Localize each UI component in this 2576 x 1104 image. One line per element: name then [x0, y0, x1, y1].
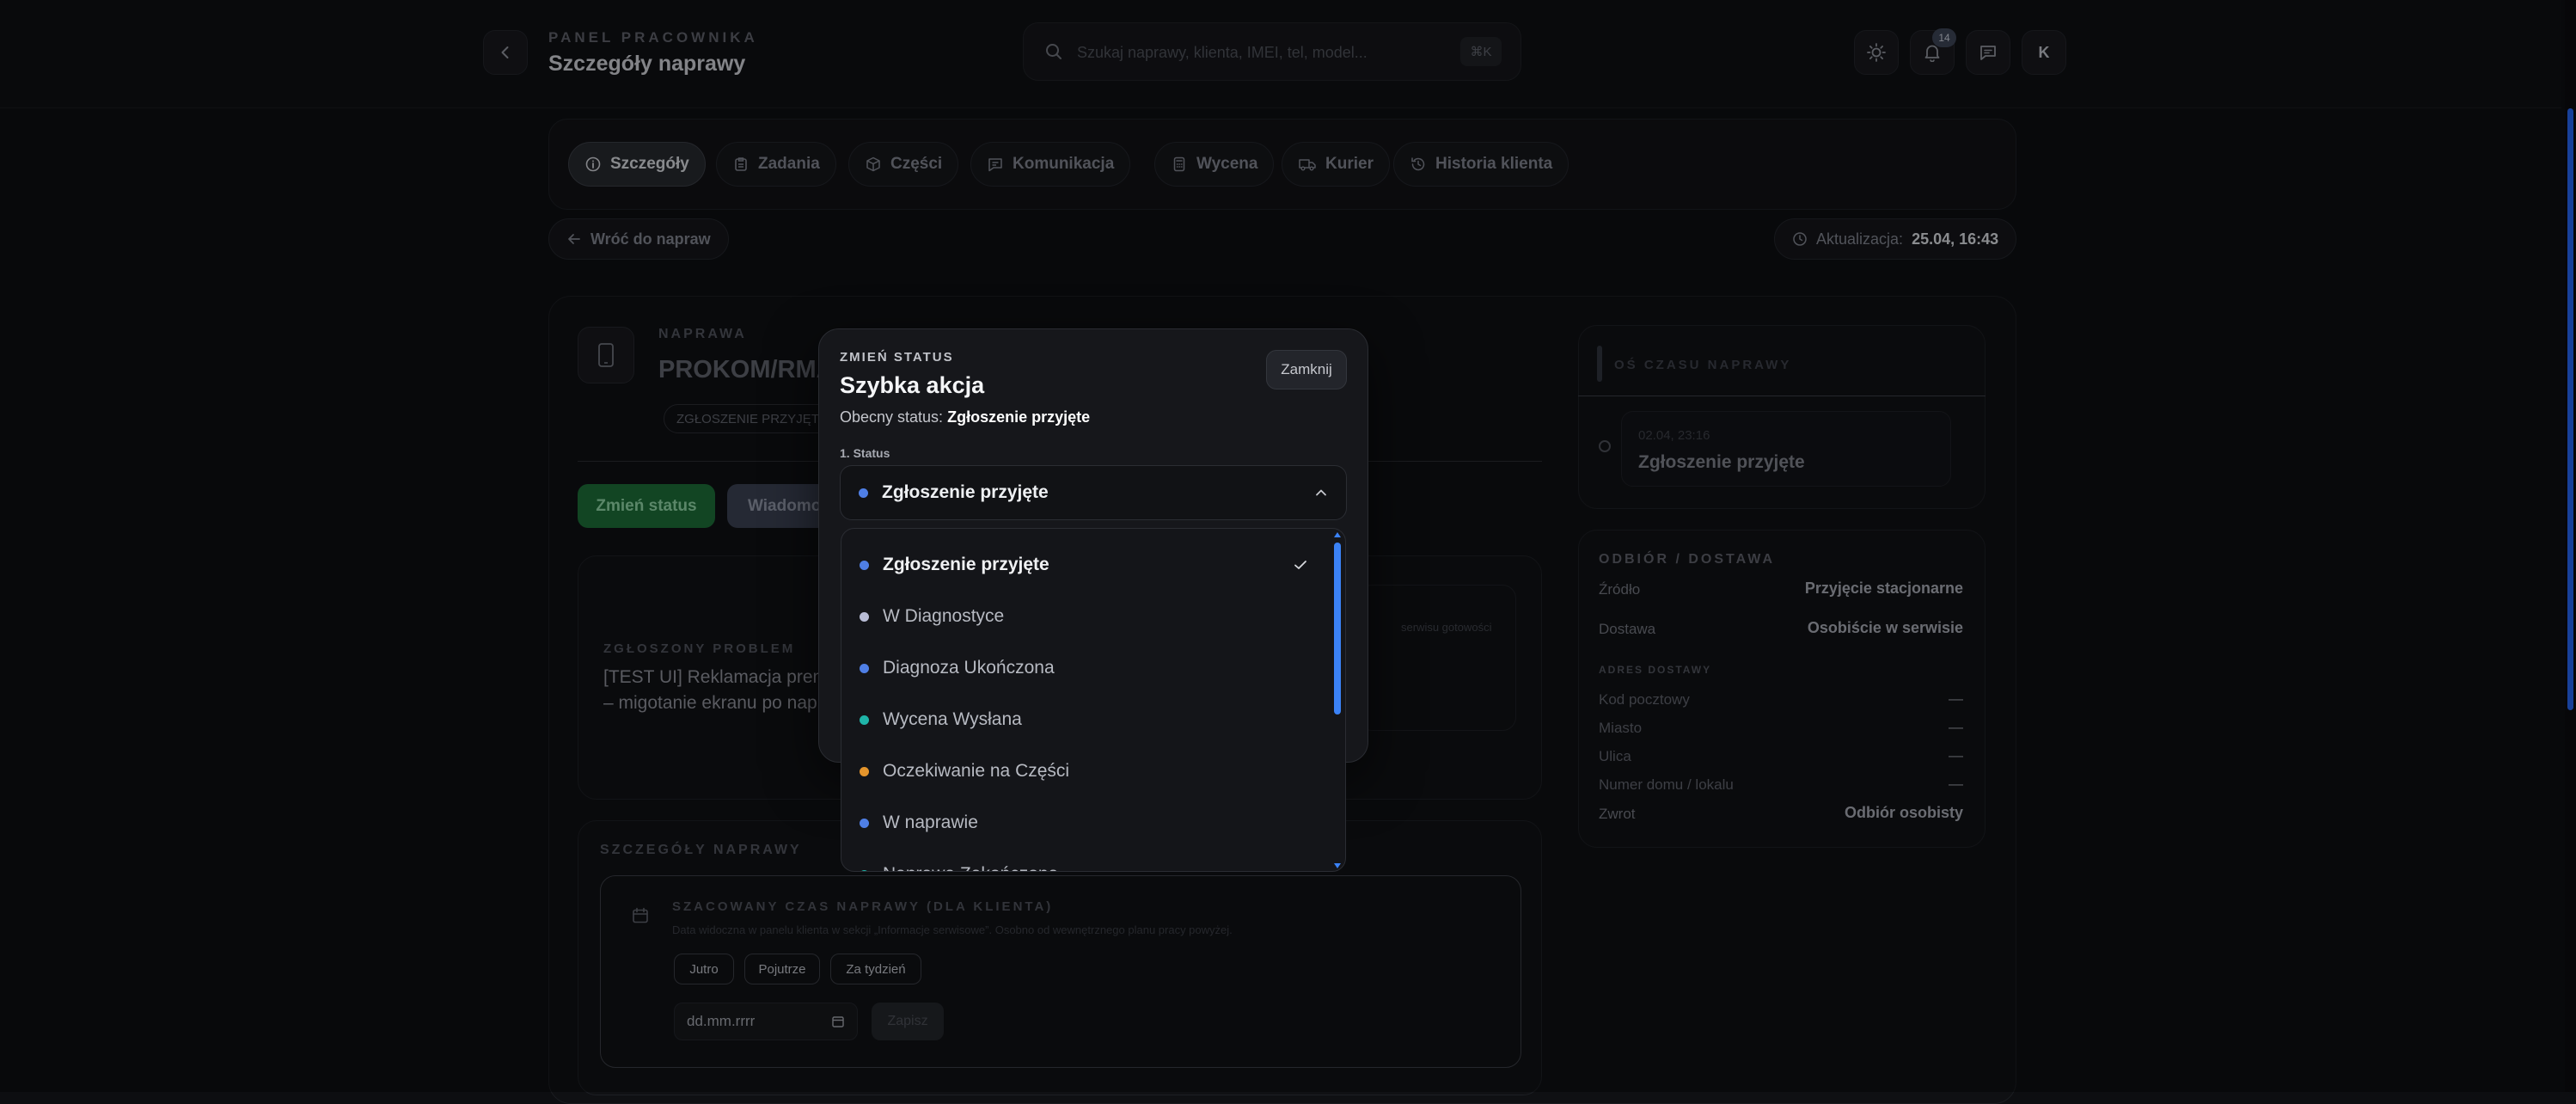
- status-field-label: 1. Status: [840, 446, 890, 460]
- status-color-dot: [860, 766, 869, 776]
- scroll-up-arrow-icon[interactable]: [1333, 531, 1342, 538]
- status-option-label: Zgłoszenie przyjęte: [883, 555, 1049, 574]
- dropdown-scrollbar-thumb[interactable]: [1334, 543, 1341, 715]
- current-status-value: Zgłoszenie przyjęte: [947, 408, 1091, 426]
- status-option[interactable]: Naprawa Zakończona: [841, 849, 1331, 871]
- modal-current-status: Obecny status: Zgłoszenie przyjęte: [840, 408, 1090, 426]
- status-option-label: Naprawa Zakończona: [883, 864, 1058, 871]
- status-option-label: Wycena Wysłana: [883, 709, 1022, 729]
- status-option[interactable]: W naprawie: [841, 797, 1331, 849]
- status-option-label: W Diagnostyce: [883, 606, 1005, 626]
- status-color-dot: [860, 560, 869, 570]
- chevron-up-icon: [1316, 489, 1326, 496]
- status-option[interactable]: W Diagnostyce: [841, 591, 1331, 642]
- status-select[interactable]: Zgłoszenie przyjęte: [840, 465, 1347, 520]
- status-dropdown: Zgłoszenie przyjęte W Diagnostyce Diagno…: [841, 528, 1346, 872]
- status-color-dot: [860, 611, 869, 622]
- status-option[interactable]: Diagnoza Ukończona: [841, 642, 1331, 694]
- status-color-dot: [860, 715, 869, 725]
- status-option[interactable]: Oczekiwanie na Części: [841, 745, 1331, 797]
- check-icon: [1294, 561, 1306, 569]
- status-color-dot: [859, 488, 868, 498]
- status-option-label: W naprawie: [883, 813, 978, 832]
- status-color-dot: [860, 869, 869, 871]
- scroll-down-arrow-icon[interactable]: [1333, 862, 1342, 869]
- status-option-label: Diagnoza Ukończona: [883, 658, 1055, 678]
- modal-eyebrow: ZMIEŃ STATUS: [840, 350, 954, 365]
- status-option-label: Oczekiwanie na Części: [883, 761, 1070, 781]
- status-select-value: Zgłoszenie przyjęte: [882, 482, 1049, 502]
- status-option[interactable]: Wycena Wysłana: [841, 694, 1331, 745]
- close-button[interactable]: Zamknij: [1266, 350, 1347, 389]
- status-color-dot: [860, 663, 869, 673]
- status-color-dot: [860, 818, 869, 828]
- status-option[interactable]: Zgłoszenie przyjęte: [841, 539, 1331, 591]
- current-status-label: Obecny status:: [840, 408, 944, 426]
- dropdown-scrollbar[interactable]: [1330, 529, 1345, 871]
- modal-title: Szybka akcja: [840, 372, 985, 398]
